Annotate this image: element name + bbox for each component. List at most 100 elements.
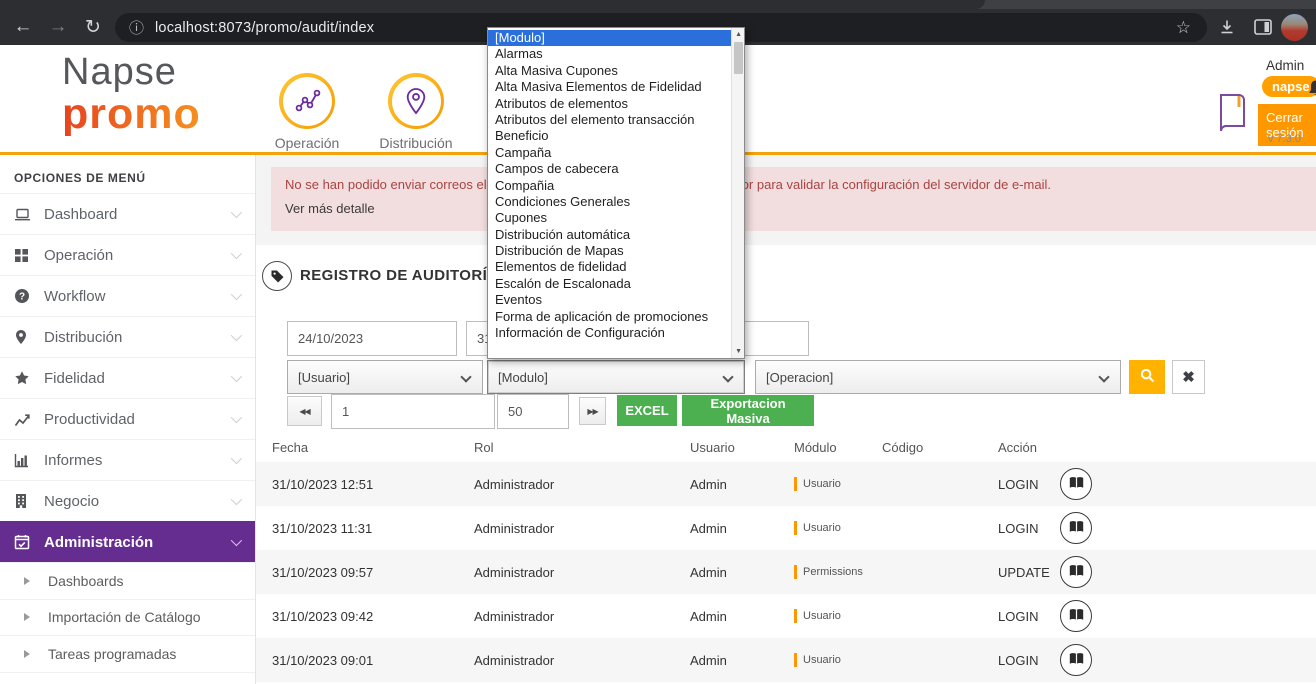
cell-modulo: Usuario (794, 609, 882, 623)
napse-promo-logo: Napse promo (62, 53, 201, 136)
action-name: LOGIN (998, 652, 1039, 668)
dropdown-option--modulo-[interactable]: [Modulo] (488, 30, 732, 47)
sidebar-item-productividad[interactable]: Productividad (0, 398, 255, 439)
header-module-operacion[interactable]: Operación (252, 73, 362, 151)
url-text[interactable]: localhost:8073/promo/audit/index (155, 20, 374, 36)
operacion-select[interactable]: [Operacion] (755, 360, 1121, 394)
browser-tab-strip (0, 0, 1316, 9)
dropdown-option-campana[interactable]: Campaña (488, 145, 731, 161)
mass-export-button[interactable]: Exportacion Masiva (682, 395, 814, 426)
usuario-select[interactable]: [Usuario] (287, 360, 483, 394)
sidebar-item-workflow[interactable]: ? Workflow (0, 275, 255, 316)
sidebar-item-informes[interactable]: Informes (0, 439, 255, 480)
table-row: 31/10/2023 09:42 Administrador Admin Usuari… (256, 594, 1316, 638)
chevron-down-icon (230, 411, 243, 424)
view-detail-button[interactable] (1060, 556, 1092, 588)
download-icon[interactable] (1209, 18, 1245, 36)
audit-table: 31/10/2023 12:51 Administrador Admin Usuari… (256, 462, 1316, 682)
cell-usuario: Admin (690, 476, 727, 492)
scrollbar-thumb[interactable] (733, 42, 743, 74)
distribucion-ring (388, 73, 444, 129)
view-detail-button[interactable] (1060, 644, 1092, 676)
browser-profile-avatar[interactable] (1281, 13, 1308, 41)
cell-modulo: Usuario (794, 521, 882, 535)
dropdown-option-forma-de-aplicacion-de-promociones[interactable]: Forma de aplicación de promociones (488, 309, 731, 325)
dropdown-option-alta-masiva-elementos-de-fidelidad[interactable]: Alta Masiva Elementos de Fidelidad (488, 79, 731, 95)
sidebar-item-label: Administración (44, 533, 154, 551)
search-button[interactable] (1129, 360, 1165, 394)
alert-detail-link[interactable]: Ver más detalle (285, 201, 1302, 216)
sidebar-item-dashboard[interactable]: Dashboard (0, 193, 255, 234)
clear-filters-button[interactable]: ✖ (1172, 360, 1205, 394)
sidebar-subitem-dashboards[interactable]: Dashboards (0, 562, 255, 599)
page-prev-button[interactable]: ◀◀ (287, 396, 322, 426)
dropdown-option-compania[interactable]: Compañia (488, 178, 731, 194)
dropdown-option-informacion-de-configuracion[interactable]: Información de Configuración (488, 325, 731, 341)
view-detail-button[interactable] (1060, 468, 1092, 500)
dropdown-option-campos-de-cabecera[interactable]: Campos de cabecera (488, 161, 731, 177)
back-arrow-icon[interactable]: ← (6, 9, 40, 45)
sidebar-subitem-importacion-de-catalogo[interactable]: Importación de Catálogo (0, 598, 255, 636)
column-header-usuario: Usuario (690, 439, 735, 455)
manual-book-icon[interactable] (1214, 91, 1250, 140)
dropdown-option-alarmas[interactable]: Alarmas (488, 46, 731, 62)
table-row: 31/10/2023 11:31 Administrador Admin Usuari… (256, 506, 1316, 550)
action-name: LOGIN (998, 520, 1039, 536)
sidebar-item-distribucion[interactable]: Distribución (0, 316, 255, 357)
scroll-up-icon[interactable]: ▲ (732, 28, 745, 41)
dropdown-scrollbar[interactable]: ▲ ▼ (731, 28, 744, 358)
page-number-input[interactable] (331, 394, 495, 429)
sidebar-item-fidelidad[interactable]: Fidelidad (0, 357, 255, 398)
dropdown-option-beneficio[interactable]: Beneficio (488, 128, 731, 144)
page-next-button[interactable]: ▶▶ (579, 397, 606, 425)
sidebar-item-operacion[interactable]: Operación (0, 234, 255, 275)
view-detail-button[interactable] (1060, 512, 1092, 544)
operacion-select-value: [Operacion] (766, 369, 834, 385)
sidebar-item-label: Operación (44, 246, 114, 264)
column-header-modulo: Módulo (794, 439, 837, 455)
cell-fecha: 31/10/2023 09:01 (272, 652, 374, 668)
sidebar-item-administracion[interactable]: Administración (0, 521, 255, 562)
side-panel-icon[interactable] (1245, 19, 1281, 35)
browser-active-tab[interactable] (0, 0, 985, 9)
dropdown-option-elementos-de-fidelidad[interactable]: Elementos de fidelidad (488, 259, 731, 275)
cell-rol: Administrador (474, 520, 555, 536)
notification-bell-icon[interactable] (1308, 79, 1316, 102)
sidebar-subitem-informacion-de-configuracion[interactable]: Información de configuración (0, 671, 255, 684)
sidebar-item-label: Workflow (44, 287, 106, 305)
cell-rol: Administrador (474, 564, 555, 580)
module-name: Usuario (803, 478, 841, 490)
sidebar-item-negocio[interactable]: Negocio (0, 480, 255, 521)
column-header-codigo: Código (882, 439, 924, 455)
sidebar-subitem-label: Importación de Catálogo (48, 609, 201, 626)
reload-icon[interactable]: ↻ (76, 9, 110, 45)
forward-arrow-icon[interactable]: → (41, 9, 75, 45)
dropdown-option-atributos-de-elementos[interactable]: Atributos de elementos (488, 96, 731, 112)
dropdown-option-cupones[interactable]: Cupones (488, 210, 731, 226)
date-from-input[interactable] (287, 321, 457, 356)
cell-accion: LOGIN (998, 600, 1198, 632)
cell-modulo: Usuario (794, 477, 882, 491)
excel-export-button[interactable]: EXCEL (617, 395, 677, 426)
sidebar-subitem-label: Tareas programadas (48, 645, 177, 662)
site-info-icon[interactable]: ⓘ (129, 17, 144, 38)
chevron-down-icon (230, 452, 243, 465)
dropdown-option-eventos[interactable]: Eventos (488, 292, 731, 308)
scroll-down-icon[interactable]: ▼ (732, 345, 745, 358)
dropdown-option-condiciones-generales[interactable]: Condiciones Generales (488, 194, 731, 210)
cell-usuario: Admin (690, 652, 727, 668)
dropdown-option-atributos-del-elemento-transaccion[interactable]: Atributos del elemento transacción (488, 112, 731, 128)
sidebar-subitem-tareas-programadas[interactable]: Tareas programadas (0, 635, 255, 672)
sidebar-item-label: Fidelidad (44, 369, 105, 387)
dropdown-option-distribucion-automatica[interactable]: Distribución automática (488, 227, 731, 243)
view-detail-button[interactable] (1060, 600, 1092, 632)
cell-accion: LOGIN (998, 512, 1198, 544)
module-accent-bar (794, 653, 797, 667)
bookmark-star-icon[interactable]: ☆ (1176, 18, 1191, 38)
page-size-input[interactable] (497, 394, 569, 429)
dropdown-option-alta-masiva-cupones[interactable]: Alta Masiva Cupones (488, 63, 731, 79)
modulo-select[interactable]: [Modulo] (487, 360, 745, 394)
dropdown-option-distribucion-de-mapas[interactable]: Distribución de Mapas (488, 243, 731, 259)
header-module-distribucion[interactable]: Distribución (361, 73, 471, 151)
dropdown-option-escalon-de-escalonada[interactable]: Escalón de Escalonada (488, 276, 731, 292)
